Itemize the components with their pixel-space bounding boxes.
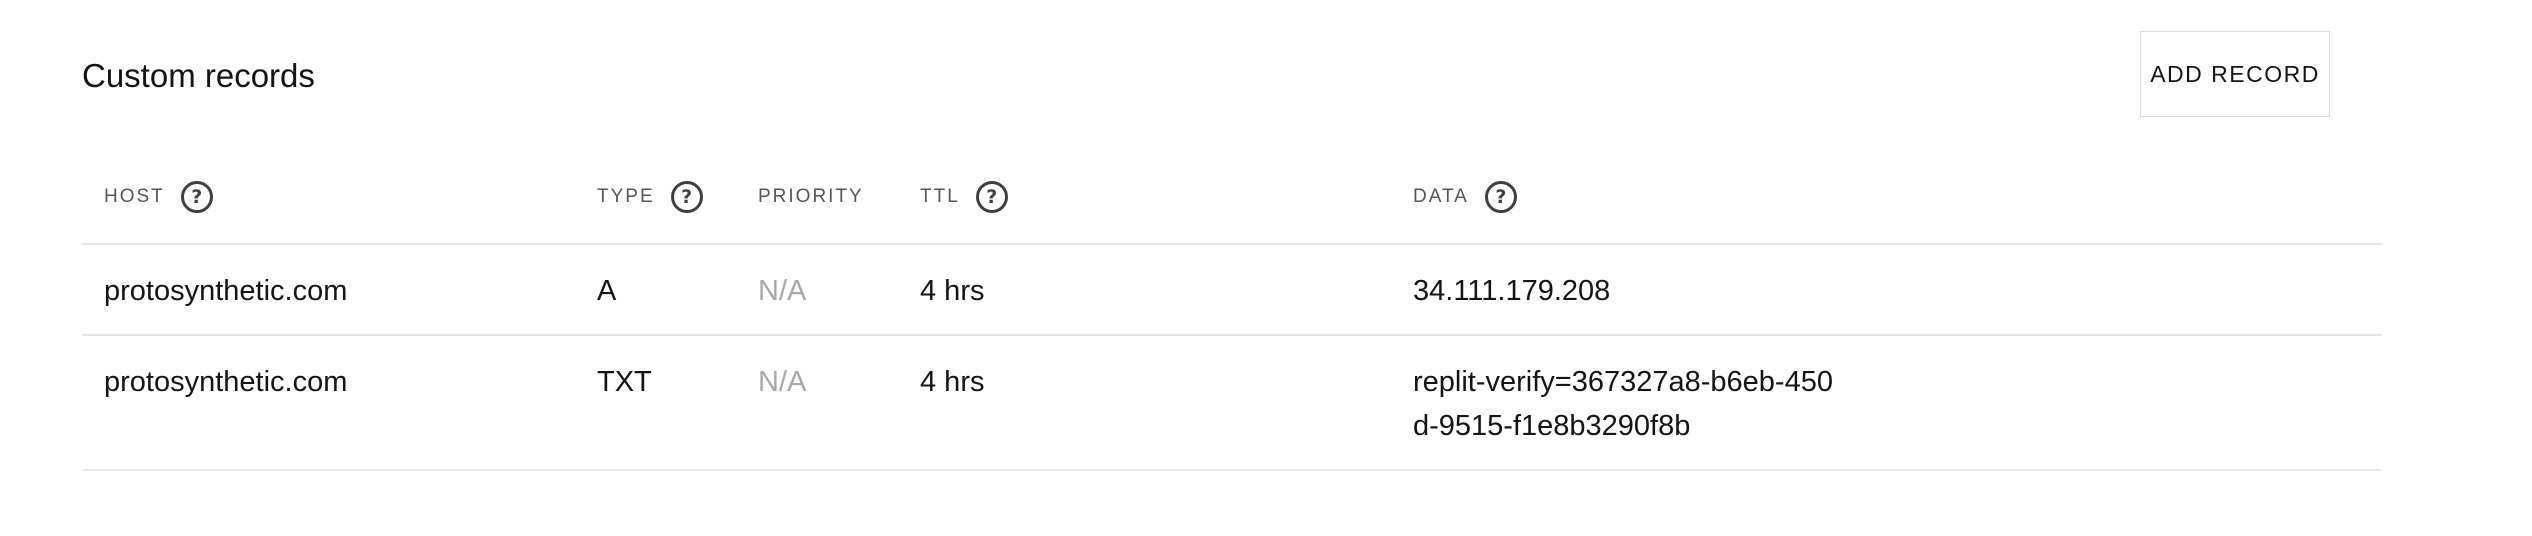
table-row: protosynthetic.com TXT N/A 4 hrs replit-… (82, 336, 2382, 471)
priority-value: N/A (758, 366, 807, 398)
priority-value: N/A (758, 275, 807, 307)
data-help-icon[interactable]: ? (1484, 180, 1517, 213)
ttl-value: 4 hrs (920, 275, 985, 307)
data-value: replit-verify=367327a8-b6eb-450d-9515-f1… (1413, 366, 1833, 442)
ttl-value: 4 hrs (920, 366, 985, 398)
host-value: protosynthetic.com (104, 275, 348, 307)
header-ttl: TTL ? (920, 150, 1008, 243)
header-priority: PRIORITY (758, 150, 864, 243)
data-cell: 34.111.179.208 (1413, 269, 1833, 313)
header-host-label: HOST (104, 185, 165, 207)
header-priority-label: PRIORITY (758, 185, 864, 207)
type-value: A (597, 275, 617, 307)
section-title: Custom records (82, 57, 315, 94)
table-header: HOST ? TYPE ? PRIORITY TTL ? DATA ? (82, 150, 2382, 245)
host-cell: protosynthetic.com (104, 360, 347, 404)
data-cell: replit-verify=367327a8-b6eb-450d-9515-f1… (1413, 360, 1833, 448)
priority-cell: N/A (758, 360, 806, 404)
header-ttl-label: TTL (920, 185, 960, 207)
records-table: HOST ? TYPE ? PRIORITY TTL ? DATA ? prot… (82, 150, 2382, 471)
type-cell: TXT (597, 360, 652, 404)
header-type-label: TYPE (597, 185, 655, 207)
table-row: protosynthetic.com A N/A 4 hrs 34.111.17… (82, 245, 2382, 336)
ttl-cell: 4 hrs (920, 360, 984, 404)
header-data: DATA ? (1413, 150, 1517, 243)
data-value: 34.111.179.208 (1413, 275, 1611, 307)
header-type: TYPE ? (597, 150, 703, 243)
ttl-cell: 4 hrs (920, 269, 984, 313)
type-help-icon[interactable]: ? (670, 180, 703, 213)
header-host: HOST ? (104, 150, 213, 243)
header-data-label: DATA (1413, 185, 1469, 207)
ttl-help-icon[interactable]: ? (975, 180, 1008, 213)
host-help-icon[interactable]: ? (180, 180, 213, 213)
priority-cell: N/A (758, 269, 806, 313)
host-cell: protosynthetic.com (104, 269, 347, 313)
type-value: TXT (597, 366, 652, 398)
host-value: protosynthetic.com (104, 366, 348, 398)
add-record-button[interactable]: ADD RECORD (2140, 31, 2330, 117)
type-cell: A (597, 269, 616, 313)
